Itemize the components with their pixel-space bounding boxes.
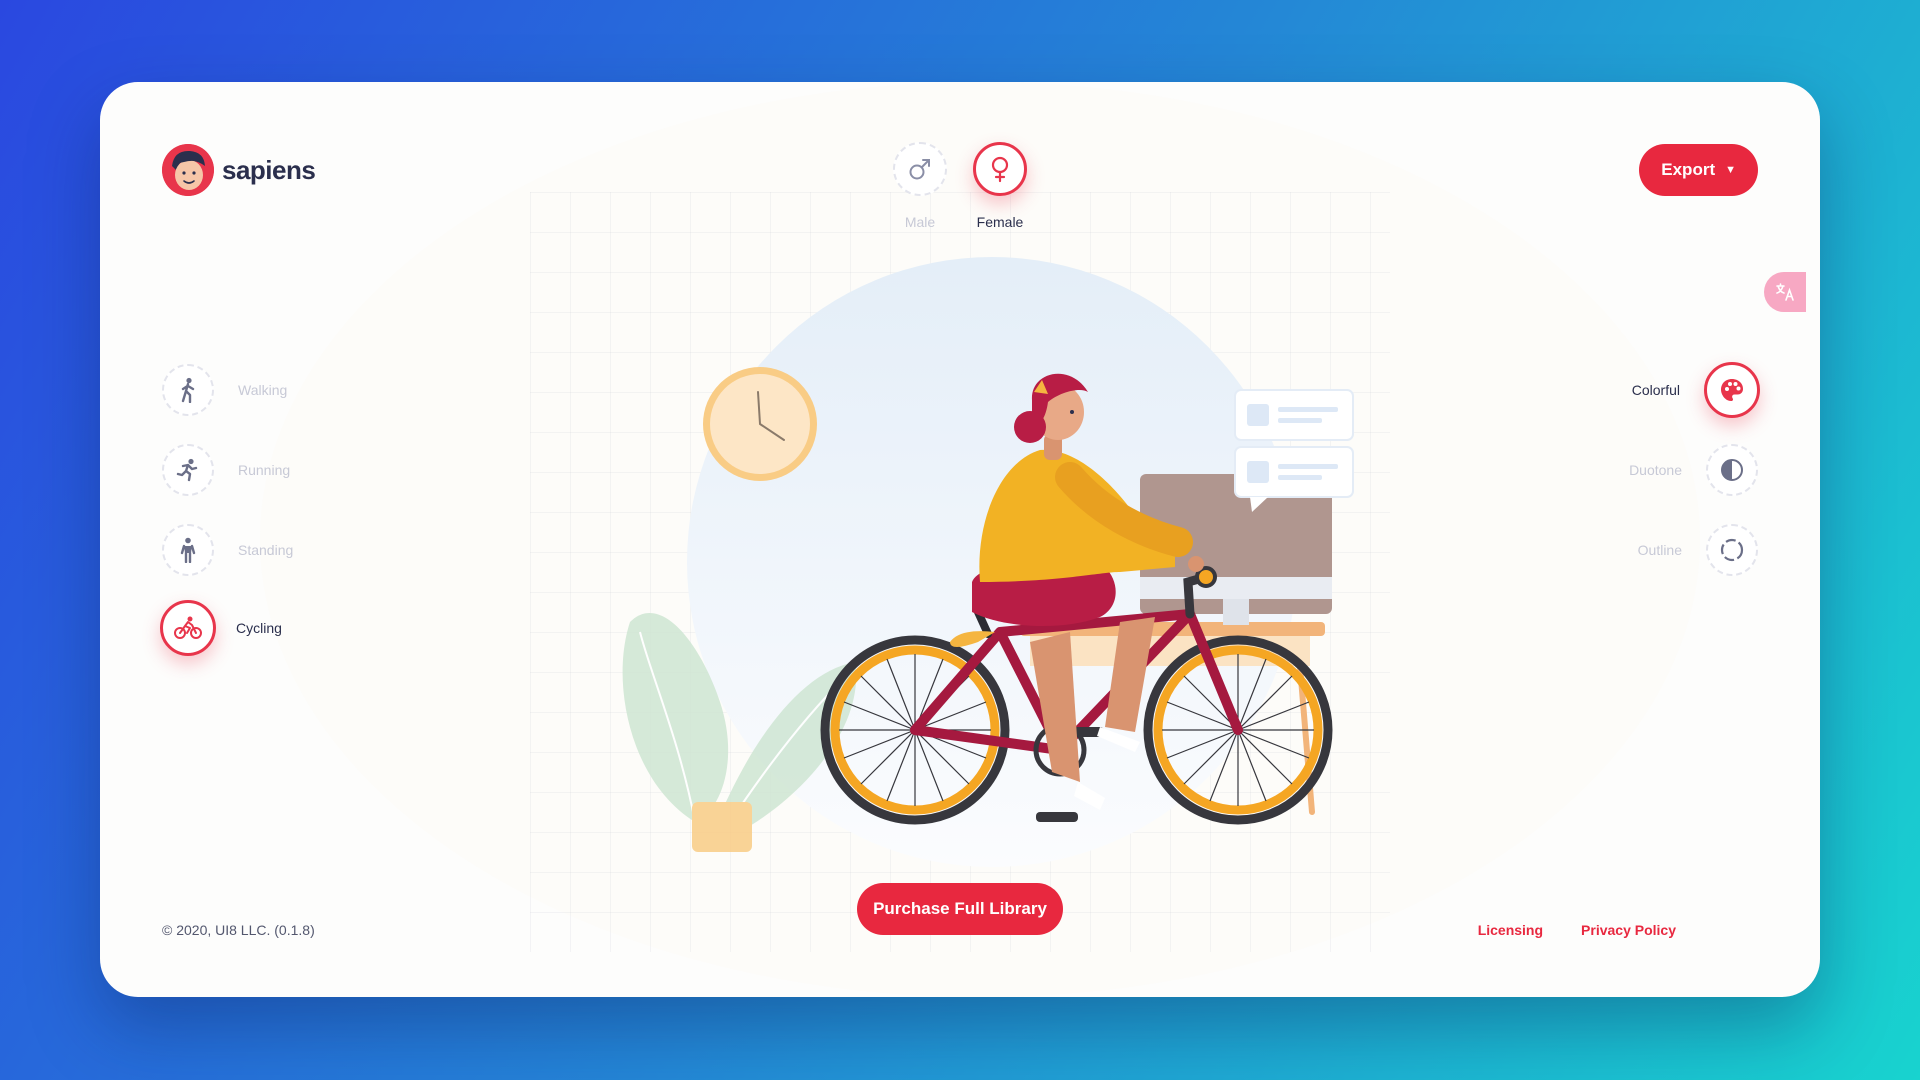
gender-male-button[interactable] xyxy=(893,142,947,196)
standing-icon xyxy=(180,537,196,563)
style-colorful-button[interactable] xyxy=(1704,362,1760,418)
gender-female-option[interactable]: Female xyxy=(960,142,1040,230)
pose-walking[interactable]: Walking xyxy=(162,364,287,416)
palette-icon xyxy=(1721,379,1743,401)
half-circle-icon xyxy=(1721,459,1743,481)
style-colorful-label: Colorful xyxy=(1631,382,1680,398)
pose-running-label: Running xyxy=(238,462,291,478)
dashed-circle-icon xyxy=(1720,538,1744,562)
pose-cycling-button[interactable] xyxy=(160,600,216,656)
licensing-link[interactable]: Licensing xyxy=(1478,922,1543,938)
pose-standing-button[interactable] xyxy=(162,524,214,576)
export-label: Export xyxy=(1661,160,1716,179)
privacy-policy-link[interactable]: Privacy Policy xyxy=(1581,922,1676,938)
pose-standing-label: Standing xyxy=(238,542,294,558)
walking-icon xyxy=(181,377,195,403)
style-duotone-label: Duotone xyxy=(1629,462,1682,478)
cycling-woman-illustration xyxy=(622,257,1354,867)
avatar-logo-icon xyxy=(162,144,214,196)
brand-logo[interactable]: sapiens xyxy=(162,144,316,196)
male-icon xyxy=(909,159,930,180)
running-icon xyxy=(176,458,198,482)
style-outline-button[interactable] xyxy=(1706,524,1758,576)
pose-running[interactable]: Running xyxy=(162,444,290,496)
copyright-text: © 2020, UI8 LLC. (0.1.8) xyxy=(162,922,315,938)
gender-male-option[interactable]: Male xyxy=(880,142,960,230)
brand-name: sapiens xyxy=(222,154,316,185)
pose-walking-button[interactable] xyxy=(162,364,214,416)
female-icon xyxy=(991,156,1009,183)
style-duotone[interactable]: Duotone xyxy=(1629,444,1758,496)
wall-clock-icon xyxy=(703,367,817,481)
pose-cycling-label: Cycling xyxy=(236,620,282,636)
cycling-icon xyxy=(174,616,202,639)
pose-running-button[interactable] xyxy=(162,444,214,496)
style-colorful[interactable]: Colorful xyxy=(1631,362,1760,418)
style-outline-label: Outline xyxy=(1637,542,1682,558)
footer-links: Licensing Privacy Policy xyxy=(1478,922,1676,938)
chat-bubble-icon xyxy=(1234,389,1354,512)
pose-cycling[interactable]: Cycling xyxy=(160,600,282,656)
app-card: sapiens Male Female Export ▼ Walking Run… xyxy=(100,82,1820,997)
gender-female-button[interactable] xyxy=(973,142,1027,196)
style-duotone-button[interactable] xyxy=(1706,444,1758,496)
translate-icon[interactable] xyxy=(1764,272,1806,312)
style-outline[interactable]: Outline xyxy=(1638,524,1758,576)
export-button[interactable]: Export ▼ xyxy=(1639,144,1758,196)
pose-walking-label: Walking xyxy=(238,382,288,398)
purchase-full-library-button[interactable]: Purchase Full Library xyxy=(857,883,1063,935)
pose-standing[interactable]: Standing xyxy=(162,524,293,576)
caret-down-icon: ▼ xyxy=(1725,164,1736,176)
